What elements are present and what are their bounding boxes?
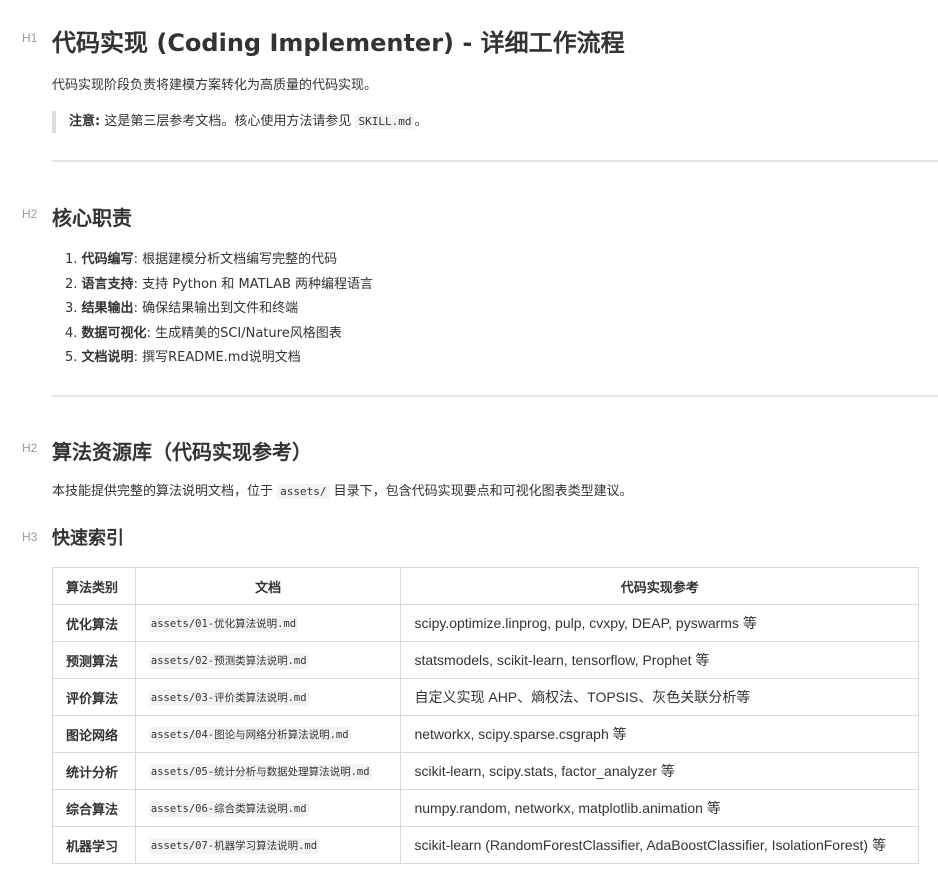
inline-code-assets: assets/ (277, 484, 330, 499)
library-desc-text: 本技能提供完整的算法说明文档，位于 (52, 484, 278, 499)
document-cell: assets/02-预测类算法说明.md (134, 641, 402, 679)
category-cell: 评价算法 (52, 678, 136, 716)
document-cell: assets/05-统计分析与数据处理算法说明.md (134, 752, 402, 790)
list-number: 5. (65, 350, 78, 365)
intro-paragraph: 代码实现阶段负责将建模方案转化为高质量的代码实现。 (52, 78, 378, 93)
note-label: 注意: (69, 114, 101, 129)
markdown-document: H1 代码实现 (Coding Implementer) - 详细工作流程 代码… (0, 0, 938, 877)
column-header-document: 文档 (134, 567, 402, 605)
library-description: 本技能提供完整的算法说明文档，位于 assets/ 目录下，包含代码实现要点和可… (52, 482, 633, 502)
table-row: 机器学习 assets/07-机器学习算法说明.md scikit-learn … (52, 826, 919, 864)
horizontal-rule (52, 160, 938, 162)
section-heading-quick-index: 快速索引 (52, 528, 124, 549)
inline-code-doc-path: assets/03-评价类算法说明.md (148, 689, 309, 706)
horizontal-rule (52, 395, 938, 397)
list-number: 4. (65, 325, 78, 341)
inline-code-skill: SKILL.md (355, 114, 415, 129)
reference-cell: statsmodels, scikit-learn, tensorflow, P… (400, 641, 919, 679)
list-item-label: 代码编写 (81, 252, 134, 267)
list-item-label: 语言支持 (81, 276, 134, 292)
category-cell: 图论网络 (52, 715, 136, 753)
section-heading-library: 算法资源库（代码实现参考） (52, 440, 312, 464)
page-title: 代码实现 (Coding Implementer) - 详细工作流程 (52, 29, 625, 57)
reference-cell: numpy.random, networkx, matplotlib.anima… (400, 789, 919, 827)
list-item-label: 结果输出 (81, 301, 134, 316)
table-row: 统计分析 assets/05-统计分析与数据处理算法说明.md scikit-l… (52, 752, 919, 790)
reference-cell: scikit-learn (RandomForestClassifier, Ad… (400, 826, 919, 864)
reference-cell: networkx, scipy.sparse.csgraph 等 (400, 715, 919, 753)
reference-cell: scipy.optimize.linprog, pulp, cvxpy, DEA… (400, 604, 919, 642)
document-cell: assets/06-综合类算法说明.md (134, 789, 402, 827)
reference-cell: scikit-learn, scipy.stats, factor_analyz… (400, 752, 919, 790)
list-item-label: 数据可视化 (81, 325, 147, 341)
table-row: 评价算法 assets/03-评价类算法说明.md 自定义实现 AHP、熵权法、… (52, 678, 919, 716)
table-row: 预测算法 assets/02-预测类算法说明.md statsmodels, s… (52, 641, 919, 679)
heading-level-marker: H2 (22, 441, 38, 455)
quick-index-table: 算法类别 文档 代码实现参考 优化算法 assets/01-优化算法说明.md … (52, 567, 919, 864)
list-item: 2. 语言支持: 支持 Python 和 MATLAB 两种编程语言 (52, 273, 373, 298)
heading-level-marker: H1 (22, 31, 38, 45)
list-item-text: : 生成精美的SCI/Nature风格图表 (146, 325, 342, 341)
library-desc-text-end: 目录下，包含代码实现要点和可视化图表类型建议。 (329, 484, 633, 499)
list-item: 3. 结果输出: 确保结果输出到文件和终端 (52, 297, 373, 322)
document-cell: assets/07-机器学习算法说明.md (134, 826, 402, 864)
document-cell: assets/01-优化算法说明.md (134, 604, 402, 642)
column-header-category: 算法类别 (52, 567, 136, 605)
category-cell: 机器学习 (52, 826, 136, 864)
note-blockquote: 注意: 这是第三层参考文档。核心使用方法请参见 SKILL.md。 (52, 111, 427, 133)
inline-code-doc-path: assets/04-图论与网络分析算法说明.md (148, 726, 351, 743)
list-item: 5. 文档说明: 撰写README.md说明文档 (52, 346, 373, 371)
table-row: 优化算法 assets/01-优化算法说明.md scipy.optimize.… (52, 604, 919, 642)
note-text-end: 。 (414, 114, 428, 129)
category-cell: 统计分析 (52, 752, 136, 790)
list-item-text: : 撰写README.md说明文档 (133, 350, 301, 365)
inline-code-doc-path: assets/02-预测类算法说明.md (148, 652, 309, 669)
table-row: 图论网络 assets/04-图论与网络分析算法说明.md networkx, … (52, 715, 919, 753)
list-item: 1. 代码编写: 根据建模分析文档编写完整的代码 (52, 248, 373, 273)
inline-code-doc-path: assets/06-综合类算法说明.md (148, 800, 309, 817)
inline-code-doc-path: assets/05-统计分析与数据处理算法说明.md (148, 763, 372, 780)
core-responsibilities-list: 1. 代码编写: 根据建模分析文档编写完整的代码 2. 语言支持: 支持 Pyt… (52, 248, 373, 371)
list-item-text: : 确保结果输出到文件和终端 (133, 301, 299, 316)
list-number: 1. (65, 252, 78, 267)
category-cell: 预测算法 (52, 641, 136, 679)
list-item-text: : 根据建模分析文档编写完整的代码 (133, 252, 338, 267)
heading-level-marker: H3 (22, 530, 38, 544)
section-heading-core: 核心职责 (52, 206, 132, 230)
table-row: 综合算法 assets/06-综合类算法说明.md numpy.random, … (52, 789, 919, 827)
document-cell: assets/04-图论与网络分析算法说明.md (134, 715, 402, 753)
category-cell: 优化算法 (52, 604, 136, 642)
note-text: 这是第三层参考文档。核心使用方法请参见 (100, 114, 356, 129)
reference-cell: 自定义实现 AHP、熵权法、TOPSIS、灰色关联分析等 (400, 678, 919, 716)
column-header-reference: 代码实现参考 (400, 567, 919, 605)
list-item-text: : 支持 Python 和 MATLAB 两种编程语言 (133, 276, 374, 292)
category-cell: 综合算法 (52, 789, 136, 827)
list-number: 3. (65, 301, 78, 316)
document-cell: assets/03-评价类算法说明.md (134, 678, 402, 716)
list-item: 4. 数据可视化: 生成精美的SCI/Nature风格图表 (52, 322, 373, 347)
list-number: 2. (65, 276, 78, 292)
heading-level-marker: H2 (22, 207, 38, 221)
inline-code-doc-path: assets/07-机器学习算法说明.md (148, 837, 320, 854)
list-item-label: 文档说明 (81, 350, 134, 365)
table-header-row: 算法类别 文档 代码实现参考 (52, 567, 919, 605)
inline-code-doc-path: assets/01-优化算法说明.md (148, 615, 299, 632)
